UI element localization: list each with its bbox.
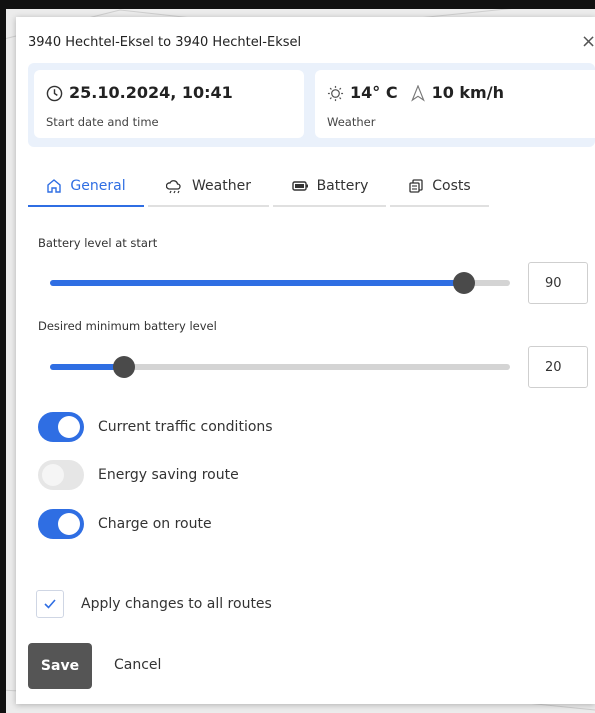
energy-saving-toggle-label: Energy saving route (98, 467, 239, 483)
battery-start-input[interactable]: 90 (528, 262, 588, 304)
battery-icon (291, 178, 309, 194)
tab-costs-label: Costs (432, 178, 471, 194)
checkmark-icon (44, 599, 56, 609)
battery-min-label: Desired minimum battery level (38, 319, 217, 333)
sun-icon (327, 83, 344, 102)
battery-start-slider-handle[interactable] (453, 272, 475, 294)
tab-battery[interactable]: Battery (273, 167, 386, 207)
traffic-toggle[interactable] (38, 412, 84, 442)
toggle-knob (58, 416, 80, 438)
tab-general[interactable]: General (28, 167, 144, 207)
charge-on-route-toggle-row[interactable]: Charge on route (38, 509, 212, 539)
apply-all-checkbox[interactable] (36, 590, 64, 618)
window-frame-left (0, 0, 6, 713)
battery-min-slider-handle[interactable] (112, 356, 135, 378)
battery-min-input[interactable]: 20 (528, 346, 588, 388)
apply-all-row[interactable]: Apply changes to all routes (36, 590, 272, 618)
battery-start-slider[interactable] (50, 272, 510, 294)
tab-general-label: General (70, 178, 126, 194)
toggle-knob (42, 464, 64, 486)
traffic-toggle-row[interactable]: Current traffic conditions (38, 412, 273, 442)
coins-icon (408, 178, 424, 194)
cancel-button[interactable]: Cancel (114, 657, 161, 673)
wind-speed-value: 10 km/h (431, 83, 504, 102)
trip-info-strip: 25.10.2024, 10:41 Start date and time 14… (28, 63, 595, 147)
energy-saving-toggle[interactable] (38, 460, 84, 490)
weather-label: Weather (327, 115, 376, 129)
battery-start-slider-fill (50, 280, 464, 286)
dialog-title: 3940 Hechtel-Eksel to 3940 Hechtel-Eksel (28, 35, 302, 50)
tab-weather-label: Weather (192, 178, 251, 194)
battery-start-label: Battery level at start (38, 236, 158, 250)
wind-direction-icon (410, 83, 426, 102)
tab-costs[interactable]: Costs (390, 167, 489, 207)
start-time-value: 25.10.2024, 10:41 (69, 83, 233, 102)
charge-on-route-toggle-label: Charge on route (98, 516, 212, 532)
weather-card[interactable]: 14° C 10 km/h Weather (315, 70, 595, 138)
settings-tabs: General Weather Battery Costs (28, 167, 493, 207)
route-settings-dialog: 3940 Hechtel-Eksel to 3940 Hechtel-Eksel… (16, 17, 595, 704)
tab-weather[interactable]: Weather (148, 167, 269, 207)
home-icon (46, 178, 62, 194)
battery-min-slider[interactable] (50, 356, 510, 378)
clock-icon (46, 83, 63, 102)
tab-battery-label: Battery (316, 178, 369, 194)
toggle-knob (58, 513, 80, 535)
close-icon[interactable]: × (581, 31, 595, 52)
apply-all-label: Apply changes to all routes (81, 596, 272, 612)
temperature-value: 14° C (350, 83, 398, 102)
save-button[interactable]: Save (28, 643, 92, 689)
charge-on-route-toggle[interactable] (38, 509, 84, 539)
traffic-toggle-label: Current traffic conditions (98, 419, 273, 435)
start-time-label: Start date and time (46, 115, 159, 129)
start-time-card[interactable]: 25.10.2024, 10:41 Start date and time (34, 70, 304, 138)
energy-saving-toggle-row[interactable]: Energy saving route (38, 460, 239, 490)
weather-icon (166, 178, 184, 194)
window-frame-top (0, 0, 595, 9)
